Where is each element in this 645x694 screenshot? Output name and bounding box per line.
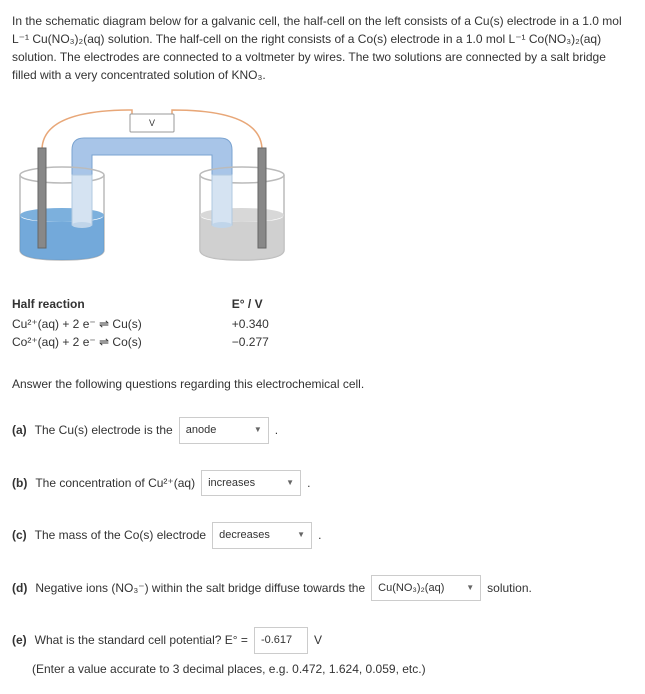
period: . [275,421,278,439]
table-row: +0.340 [232,315,269,333]
question-c: (c) The mass of the Co(s) electrode decr… [12,522,633,549]
problem-intro: In the schematic diagram below for a gal… [12,12,633,84]
question-prompt: Answer the following questions regarding… [12,375,633,393]
question-a-label: (a) [12,421,27,439]
question-b-select[interactable]: increases ▼ [201,470,301,497]
question-d: (d) Negative ions (NO₃⁻) within the salt… [12,575,633,602]
question-b-value: increases [208,475,255,492]
galvanic-cell-diagram: V [12,100,633,275]
question-e: (e) What is the standard cell potential?… [12,627,633,678]
question-c-text: The mass of the Co(s) electrode [35,526,206,544]
table-header-potential: E° / V [232,295,269,313]
question-a-value: anode [186,422,217,439]
question-a-text: The Cu(s) electrode is the [35,421,173,439]
question-e-label: (e) [12,631,27,649]
table-row: −0.277 [232,333,269,351]
question-e-text: What is the standard cell potential? E° … [35,631,248,649]
question-d-label: (d) [12,579,27,597]
question-b-label: (b) [12,474,27,492]
question-e-input[interactable]: -0.617 [254,627,308,654]
period: . [318,526,321,544]
chevron-down-icon: ▼ [254,424,262,436]
question-a: (a) The Cu(s) electrode is the anode ▼ . [12,417,633,444]
chevron-down-icon: ▼ [466,582,474,594]
question-b-text: The concentration of Cu²⁺(aq) [35,474,195,492]
question-d-after: solution. [487,579,532,597]
table-row: Co²⁺(aq) + 2 e⁻ ⇌ Co(s) [12,333,142,351]
question-e-value: -0.617 [261,632,292,649]
potential-table: Half reaction Cu²⁺(aq) + 2 e⁻ ⇌ Cu(s) Co… [12,295,633,351]
question-e-unit: V [314,631,322,649]
question-e-note: (Enter a value accurate to 3 decimal pla… [32,660,633,678]
table-row: Cu²⁺(aq) + 2 e⁻ ⇌ Cu(s) [12,315,142,333]
question-d-select[interactable]: Cu(NO₃)₂(aq) ▼ [371,575,481,602]
question-c-value: decreases [219,527,270,544]
chevron-down-icon: ▼ [286,477,294,489]
question-a-select[interactable]: anode ▼ [179,417,269,444]
question-d-value: Cu(NO₃)₂(aq) [378,580,444,597]
chevron-down-icon: ▼ [297,529,305,541]
voltmeter-label: V [149,118,155,128]
table-header-reaction: Half reaction [12,295,142,313]
question-c-select[interactable]: decreases ▼ [212,522,312,549]
question-c-label: (c) [12,526,27,544]
period: . [307,474,310,492]
question-b: (b) The concentration of Cu²⁺(aq) increa… [12,470,633,497]
question-d-text: Negative ions (NO₃⁻) within the salt bri… [35,579,365,597]
